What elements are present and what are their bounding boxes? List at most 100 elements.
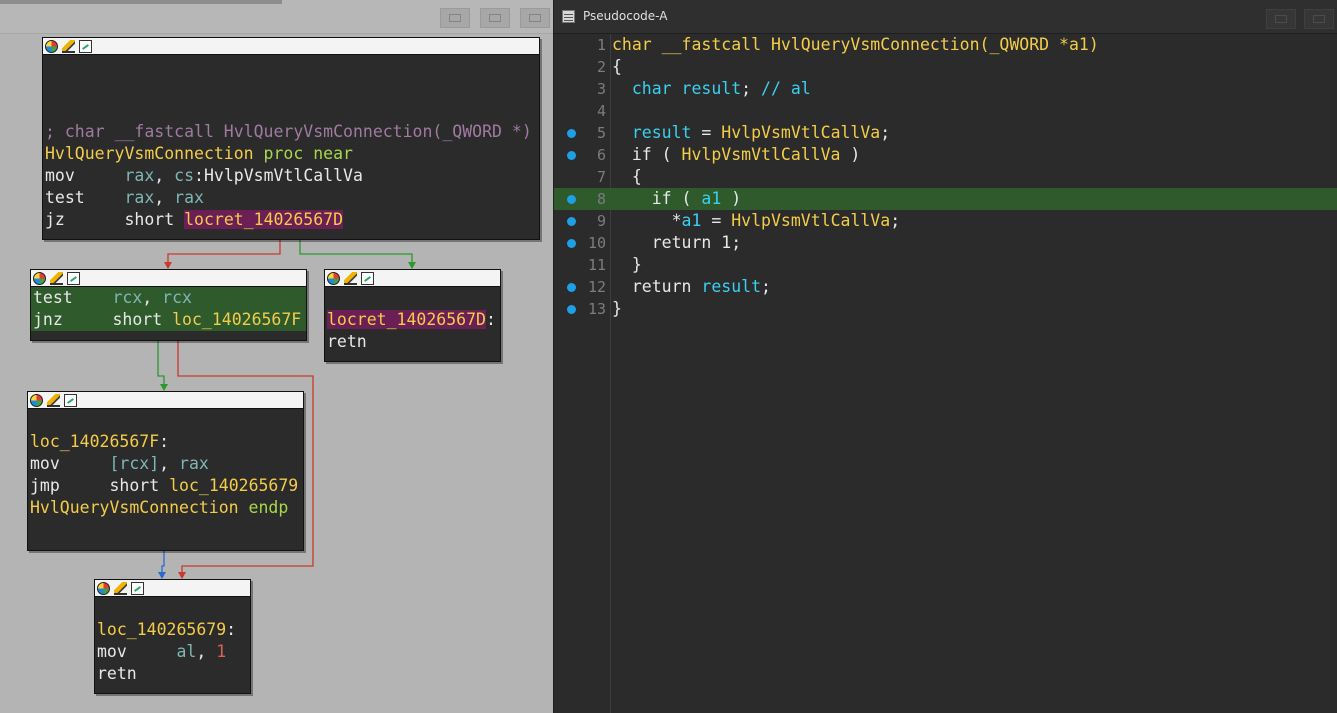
asm-line[interactable]: ; char __fastcall HvlQueryVsmConnection(…: [45, 121, 532, 143]
graph-node-test-rcx[interactable]: test rcx, rcx jnz short loc_14026567F: [30, 269, 307, 341]
pseudocode-pane[interactable]: Pseudocode-A 1 char __fastcall HvlQueryVs…: [553, 0, 1337, 713]
rename-pencil-icon[interactable]: [114, 581, 127, 595]
graph-node-entry[interactable]: ; char __fastcall HvlQueryVsmConnection(…: [42, 37, 540, 240]
breakpoint-dot-icon[interactable]: [567, 151, 576, 160]
code-token[interactable]: mov: [45, 166, 124, 185]
code-token[interactable]: }: [612, 255, 642, 274]
code-token[interactable]: =: [701, 211, 731, 230]
pseudocode-line[interactable]: 13}: [554, 298, 1337, 320]
color-picker-icon[interactable]: [33, 271, 46, 285]
code-token[interactable]: HvlpVsmVtlCallVa: [682, 145, 841, 164]
pseudocode-line[interactable]: 3 char result; // al: [554, 78, 1337, 100]
breakpoint-dot-icon[interactable]: [567, 217, 576, 226]
code-token[interactable]: locret_14026567D: [327, 310, 486, 329]
code-token[interactable]: rax: [124, 166, 154, 185]
code-token[interactable]: rax: [124, 188, 154, 207]
code-token[interactable]: rcx: [112, 288, 142, 307]
code-token[interactable]: loc_14026567F: [172, 310, 301, 329]
pseudocode-line[interactable]: 1 char __fastcall HvlQueryVsmConnection(_…: [554, 34, 1337, 56]
pseudocode-editor[interactable]: 1 char __fastcall HvlQueryVsmConnection(_…: [554, 34, 1337, 713]
code-token[interactable]: char __fastcall HvlQueryVsmConnection(_Q…: [612, 35, 1099, 54]
code-token[interactable]: short: [124, 210, 184, 229]
code-token[interactable]: ,: [142, 288, 162, 307]
pseudocode-line[interactable]: 7 {: [554, 166, 1337, 188]
asm-line[interactable]: HvlQueryVsmConnection proc near: [45, 143, 353, 165]
code-token[interactable]: :: [486, 310, 496, 329]
code-token[interactable]: proc near: [254, 144, 353, 163]
group-nodes-icon[interactable]: [79, 39, 92, 53]
pseudocode-line[interactable]: 9 *a1 = HvlpVsmVtlCallVa;: [554, 210, 1337, 232]
asm-line[interactable]: locret_14026567D:: [327, 309, 496, 331]
code-token[interactable]: result: [612, 123, 692, 142]
code-token[interactable]: jz: [45, 210, 124, 229]
line-code[interactable]: {: [612, 56, 622, 78]
code-token[interactable]: loc_140265679: [97, 620, 226, 639]
pseudocode-line[interactable]: 12 return result;: [554, 276, 1337, 298]
code-token[interactable]: HvlpVsmVtlCallVa: [731, 211, 890, 230]
color-picker-icon[interactable]: [327, 271, 340, 285]
code-token[interactable]: [rcx]: [109, 454, 159, 473]
code-token[interactable]: 1: [216, 642, 226, 661]
graph-view-pane[interactable]: ; char __fastcall HvlQueryVsmConnection(…: [0, 0, 553, 713]
code-token[interactable]: al: [176, 642, 196, 661]
breakpoint-dot-icon[interactable]: [567, 129, 576, 138]
color-picker-icon[interactable]: [97, 581, 110, 595]
code-token[interactable]: loc_14026567F: [30, 432, 159, 451]
line-code[interactable]: char __fastcall HvlQueryVsmConnection(_Q…: [612, 34, 1099, 56]
group-nodes-icon[interactable]: [131, 581, 144, 595]
code-token[interactable]: =: [691, 123, 721, 142]
pseudocode-line[interactable]: 10 return 1;: [554, 232, 1337, 254]
code-token[interactable]: {: [612, 167, 642, 186]
line-code[interactable]: *a1 = HvlpVsmVtlCallVa;: [612, 210, 901, 232]
code-token[interactable]: ,: [154, 188, 174, 207]
asm-line[interactable]: loc_140265679:: [97, 619, 236, 641]
pseudocode-line[interactable]: 2{: [554, 56, 1337, 78]
asm-line[interactable]: jz short locret_14026567D: [45, 209, 344, 231]
code-token[interactable]: mov: [30, 454, 109, 473]
asm-line[interactable]: test rax, rax: [45, 187, 204, 209]
breakpoint-dot-icon[interactable]: [567, 283, 576, 292]
pseudocode-tab-title[interactable]: Pseudocode-A: [583, 9, 667, 23]
code-token[interactable]: {: [612, 57, 622, 76]
rename-pencil-icon[interactable]: [47, 393, 60, 407]
code-token[interactable]: cs: [174, 166, 194, 185]
code-token[interactable]: ;: [761, 277, 771, 296]
graph-node-loc-14026567F[interactable]: loc_14026567F: mov [rcx], rax jmp short lo…: [27, 391, 304, 551]
line-code[interactable]: return result;: [612, 276, 771, 298]
pseudocode-line[interactable]: 11 }: [554, 254, 1337, 276]
code-token[interactable]: :HvlpVsmVtlCallVa: [194, 166, 363, 185]
graph-node-locret[interactable]: locret_14026567D: retn: [324, 269, 501, 362]
line-code[interactable]: }: [612, 254, 642, 276]
code-token[interactable]: ): [721, 189, 741, 208]
code-token[interactable]: *: [612, 211, 682, 230]
code-token[interactable]: rax: [174, 188, 204, 207]
code-token[interactable]: :: [226, 620, 236, 639]
code-token[interactable]: test: [45, 188, 124, 207]
asm-line[interactable]: loc_14026567F:: [30, 431, 169, 453]
group-nodes-icon[interactable]: [361, 271, 374, 285]
line-code[interactable]: return 1;: [612, 232, 741, 254]
breakpoint-dot-icon[interactable]: [567, 239, 576, 248]
code-token[interactable]: ; char __fastcall HvlQueryVsmConnection(…: [45, 122, 532, 141]
code-token[interactable]: ;: [741, 79, 761, 98]
code-token[interactable]: HvlQueryVsmConnection: [45, 144, 254, 163]
code-token[interactable]: ,: [196, 642, 216, 661]
code-token[interactable]: ;: [880, 123, 890, 142]
pseudocode-line[interactable]: 6 if ( HvlpVsmVtlCallVa ): [554, 144, 1337, 166]
code-token[interactable]: if (: [612, 189, 701, 208]
code-token[interactable]: locret_14026567D: [184, 210, 344, 229]
code-token[interactable]: rax: [179, 454, 209, 473]
pseudocode-line[interactable]: 5 result = HvlpVsmVtlCallVa;: [554, 122, 1337, 144]
asm-line[interactable]: jmp short loc_140265679: [30, 475, 298, 497]
restore-button[interactable]: [1304, 9, 1334, 29]
color-picker-icon[interactable]: [45, 39, 58, 53]
code-token[interactable]: endp: [239, 498, 289, 517]
code-token[interactable]: rcx: [162, 288, 192, 307]
code-token[interactable]: short: [112, 310, 172, 329]
asm-line[interactable]: jnz short loc_14026567F: [31, 309, 306, 331]
code-token[interactable]: result: [701, 277, 761, 296]
code-token[interactable]: ): [841, 145, 860, 164]
line-code[interactable]: {: [612, 166, 642, 188]
line-code[interactable]: }: [612, 298, 622, 320]
code-token[interactable]: a1: [701, 189, 721, 208]
